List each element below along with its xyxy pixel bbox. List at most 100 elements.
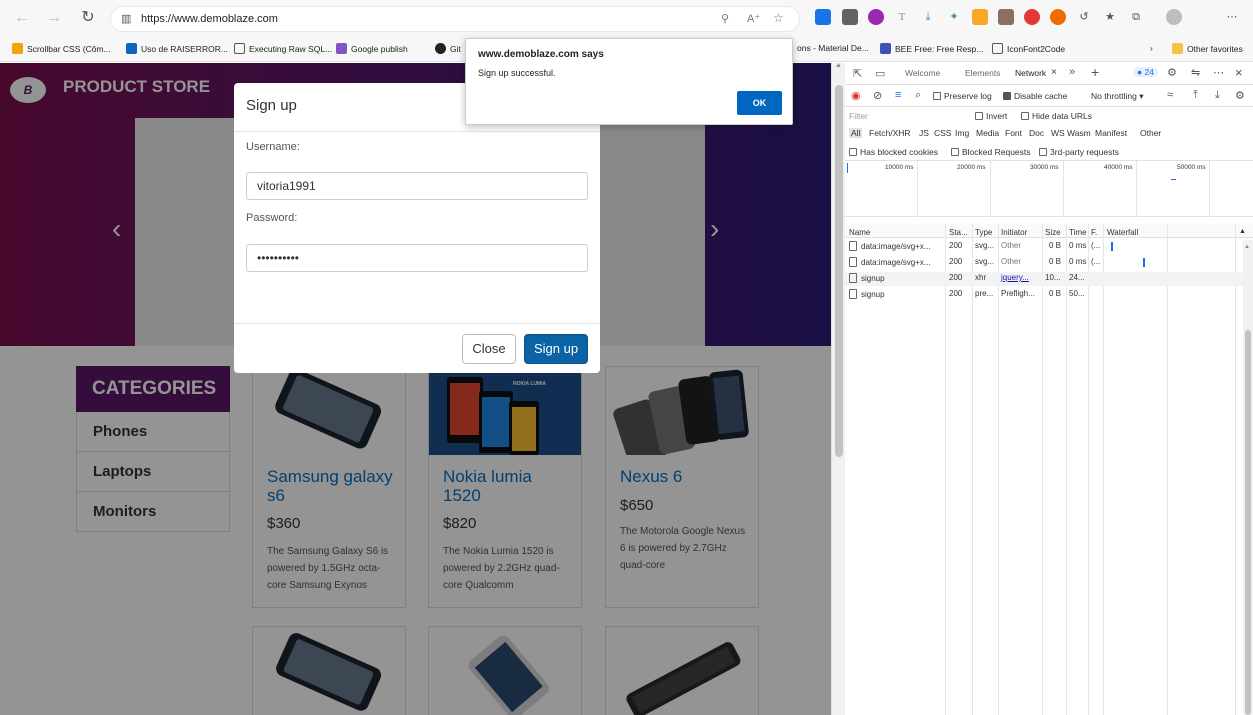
record-icon[interactable]: ◉ bbox=[851, 89, 861, 102]
type-filter-manifest[interactable]: Manifest bbox=[1095, 128, 1127, 138]
throttling-select[interactable]: No throttling ▾ bbox=[1091, 91, 1143, 102]
close-devtools-icon[interactable]: × bbox=[1235, 65, 1243, 80]
close-tab-icon[interactable]: × bbox=[1051, 67, 1057, 78]
import-har-icon[interactable]: ⤒ bbox=[1193, 89, 1198, 102]
type-filter-img[interactable]: Img bbox=[955, 128, 969, 138]
sort-up-icon[interactable]: ▲ bbox=[1239, 228, 1246, 235]
extension-icon[interactable] bbox=[1050, 9, 1066, 25]
add-tab-icon[interactable]: + bbox=[1091, 64, 1099, 80]
request-initiator-link[interactable]: jquery... bbox=[1001, 273, 1029, 282]
type-filter-fetch[interactable]: Fetch/XHR bbox=[869, 128, 911, 138]
read-aloud-icon[interactable]: A⁺ bbox=[747, 12, 760, 25]
collections-icon[interactable]: ⧉ bbox=[1128, 9, 1144, 25]
column-size[interactable]: Size bbox=[1045, 228, 1061, 237]
column-type[interactable]: Type bbox=[975, 228, 992, 237]
more-options-icon[interactable]: ⋯ bbox=[1213, 66, 1224, 79]
type-filter-js[interactable]: JS bbox=[919, 128, 929, 138]
tab-welcome[interactable]: Welcome bbox=[905, 68, 940, 78]
blocked-requests-checkbox[interactable]: Blocked Requests bbox=[951, 147, 1031, 157]
extension-icon[interactable] bbox=[815, 9, 831, 25]
request-row[interactable]: signup 200 xhr jquery... 10... 24... bbox=[845, 272, 1253, 286]
network-conditions-icon[interactable]: ≈ bbox=[1167, 89, 1173, 101]
type-filter-css[interactable]: CSS bbox=[934, 128, 951, 138]
tab-elements[interactable]: Elements bbox=[965, 68, 1000, 78]
extension-icon[interactable] bbox=[1024, 9, 1040, 25]
profile-avatar[interactable] bbox=[1166, 9, 1182, 25]
preserve-log-checkbox[interactable]: Preserve log bbox=[933, 91, 992, 101]
address-bar[interactable]: ▥ https://www.demoblaze.com ⚲ A⁺ ☆ bbox=[110, 6, 800, 32]
page-scrollbar[interactable]: ▲ bbox=[831, 62, 845, 715]
type-filter-all[interactable]: All bbox=[849, 128, 863, 138]
download-icon[interactable]: ⤓ bbox=[920, 9, 936, 25]
more-tabs-icon[interactable]: » bbox=[1069, 66, 1075, 78]
clear-icon[interactable]: ⊘ bbox=[873, 89, 882, 102]
forward-icon[interactable]: → bbox=[44, 8, 64, 28]
dock-icon[interactable]: ⇋ bbox=[1191, 66, 1200, 79]
extension-icon[interactable]: ↺ bbox=[1076, 9, 1092, 25]
bookmark-item[interactable]: IconFont2Code bbox=[992, 43, 1065, 54]
column-f[interactable]: F. bbox=[1091, 228, 1097, 237]
bookmark-folder[interactable]: Other favorites bbox=[1172, 43, 1243, 54]
column-initiator[interactable]: Initiator bbox=[1001, 228, 1027, 237]
bookmark-item[interactable]: Uso de RAISERROR... bbox=[126, 43, 228, 54]
type-filter-media[interactable]: Media bbox=[976, 128, 999, 138]
bookmark-item[interactable]: BEE Free: Free Resp... bbox=[880, 43, 983, 54]
network-settings-icon[interactable]: ⚙ bbox=[1235, 89, 1245, 102]
extension-icon[interactable]: T bbox=[894, 9, 910, 25]
bookmark-item[interactable]: Google publish bbox=[336, 43, 408, 54]
more-menu-icon[interactable]: ⋯ bbox=[1224, 9, 1240, 25]
scroll-up-icon[interactable]: ▲ bbox=[1244, 244, 1250, 250]
extension-icon[interactable] bbox=[972, 9, 988, 25]
type-filter-font[interactable]: Font bbox=[1005, 128, 1022, 138]
hide-data-urls-checkbox[interactable]: Hide data URLs bbox=[1021, 111, 1092, 121]
bookmark-item[interactable]: Scrollbar CSS (Côm... bbox=[12, 43, 111, 54]
favorite-star-icon[interactable]: ☆ bbox=[773, 11, 784, 25]
request-row[interactable]: data:image/svg+x... 200 svg... Other 0 B… bbox=[845, 240, 1253, 254]
third-party-checkbox[interactable]: 3rd-party requests bbox=[1039, 147, 1119, 157]
device-toggle-icon[interactable]: ▭ bbox=[875, 67, 885, 80]
signup-button[interactable]: Sign up bbox=[524, 334, 588, 364]
extension-icon[interactable] bbox=[842, 9, 858, 25]
scroll-up-icon[interactable]: ▲ bbox=[835, 62, 842, 69]
tab-network[interactable]: Network bbox=[1015, 68, 1046, 78]
favorites-icon[interactable]: ★ bbox=[1102, 9, 1118, 25]
request-row[interactable]: signup 200 pre... Prefligh... 0 B 50... bbox=[845, 288, 1253, 302]
issues-badge[interactable]: ● 24 bbox=[1133, 67, 1158, 77]
key-icon[interactable]: ⚲ bbox=[721, 12, 729, 25]
bookmark-item[interactable]: Git bbox=[435, 43, 461, 54]
export-har-icon[interactable]: ⤓ bbox=[1215, 89, 1220, 102]
bookmark-item[interactable]: ons - Material De... bbox=[797, 43, 869, 53]
alert-ok-button[interactable]: OK bbox=[737, 91, 782, 115]
filter-input[interactable]: Filter bbox=[849, 111, 969, 121]
username-input[interactable]: vitoria1991 bbox=[246, 172, 588, 200]
scrollbar-thumb[interactable] bbox=[1245, 330, 1251, 715]
type-filter-ws[interactable]: WS bbox=[1051, 128, 1065, 138]
type-filter-doc[interactable]: Doc bbox=[1029, 128, 1044, 138]
request-row[interactable]: data:image/svg+x... 200 svg... Other 0 B… bbox=[845, 256, 1253, 270]
type-filter-other[interactable]: Other bbox=[1140, 128, 1161, 138]
refresh-icon[interactable]: ↻ bbox=[78, 8, 98, 28]
invert-checkbox[interactable]: Invert bbox=[975, 111, 1007, 121]
filter-icon[interactable]: ≡ bbox=[895, 89, 901, 101]
column-status[interactable]: Sta... bbox=[949, 228, 968, 237]
bookmark-item[interactable]: Executing Raw SQL... bbox=[234, 43, 332, 54]
column-name[interactable]: Name bbox=[849, 228, 870, 237]
blocked-cookies-checkbox[interactable]: Has blocked cookies bbox=[849, 147, 938, 157]
scrollbar-thumb[interactable] bbox=[835, 85, 843, 457]
extension-icon[interactable] bbox=[868, 9, 884, 25]
search-icon[interactable]: ⌕ bbox=[915, 89, 921, 102]
extension-icon[interactable] bbox=[998, 9, 1014, 25]
back-icon[interactable]: ← bbox=[12, 8, 32, 28]
extension-icon[interactable]: ✦ bbox=[946, 9, 962, 25]
column-time[interactable]: Time bbox=[1069, 228, 1086, 237]
settings-gear-icon[interactable]: ⚙ bbox=[1167, 66, 1177, 79]
bookmarks-chevron-icon[interactable]: › bbox=[1150, 43, 1153, 53]
devtools-scrollbar[interactable]: ▲ bbox=[1243, 240, 1253, 715]
timeline-overview[interactable]: 10000 ms 20000 ms 30000 ms 40000 ms 5000… bbox=[845, 161, 1253, 217]
disable-cache-checkbox[interactable]: Disable cache bbox=[1003, 91, 1067, 101]
inspect-icon[interactable]: ⇱ bbox=[853, 67, 862, 80]
column-waterfall[interactable]: Waterfall bbox=[1107, 228, 1138, 237]
password-input[interactable]: •••••••••• bbox=[246, 244, 588, 272]
close-button[interactable]: Close bbox=[462, 334, 516, 364]
type-filter-wasm[interactable]: Wasm bbox=[1067, 128, 1091, 138]
